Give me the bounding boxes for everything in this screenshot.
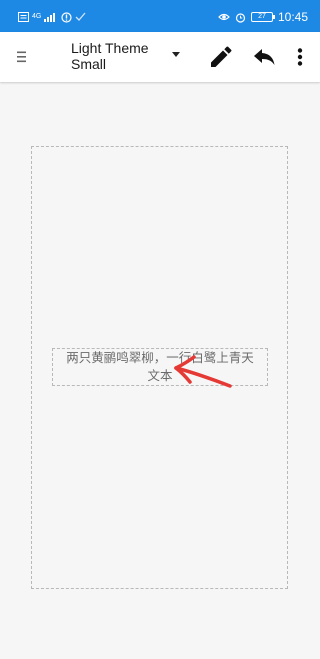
check-icon [75,12,86,21]
theme-selector[interactable]: Light Theme Small [71,40,191,74]
text-element-line2: 文本 [147,368,173,383]
hamburger-menu-icon [17,51,26,63]
status-icons-right: 27 10:45 [218,8,308,26]
edit-button[interactable] [207,43,235,71]
text-element[interactable]: 两只黄鹂鸣翠柳，一行白鹭上青天 文本 [52,348,268,386]
battery-indicator: 27 [250,12,275,22]
vpn-icon [61,11,72,23]
status-bar: 4G 27 10:45 [0,0,320,32]
pencil-icon [211,46,232,67]
eye-icon [218,13,230,21]
status-time: 10:45 [277,10,308,24]
network-type-label: 4G [32,13,42,20]
text-element-line1: 两只黄鹂鸣翠柳，一行白鹭上青天 [66,350,254,365]
menu-button[interactable] [8,43,36,71]
undo-button[interactable] [250,43,278,71]
signal-icon [44,13,56,22]
notification-icon [18,12,29,22]
more-vertical-icon [297,48,303,66]
more-options-button[interactable] [291,43,309,71]
alarm-icon [235,12,246,23]
status-icons-left: 4G [18,10,86,24]
theme-title-line2: Small [71,56,107,72]
undo-arrow-icon [254,49,275,65]
dropdown-arrow-icon [172,52,180,57]
toolbar: Light Theme Small [0,32,320,82]
